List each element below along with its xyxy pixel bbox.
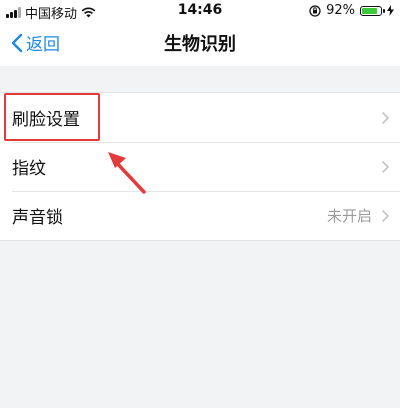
settings-item-fingerprint[interactable]: 指纹	[0, 142, 400, 191]
chevron-right-icon	[381, 160, 390, 173]
chevron-right-icon	[381, 209, 390, 222]
battery-level-fill	[362, 7, 377, 14]
page-title: 生物识别	[164, 34, 236, 55]
status-bar: 中国移动 14:46 92%	[0, 0, 400, 22]
settings-item-voice-lock[interactable]: 声音锁 未开启	[0, 191, 400, 240]
status-right: 92%	[309, 3, 394, 18]
orientation-lock-icon	[309, 4, 321, 17]
settings-item-label: 刷脸设置	[12, 110, 80, 130]
battery-percent: 92%	[326, 3, 355, 18]
navigation-bar: 返回 生物识别	[0, 22, 400, 66]
settings-item-face[interactable]: 刷脸设置	[0, 93, 400, 142]
charging-bolt-icon	[387, 5, 394, 16]
chevron-right-icon	[381, 111, 390, 124]
settings-item-value: 未开启	[326, 207, 372, 225]
settings-item-label: 声音锁	[12, 208, 63, 228]
settings-list: 刷脸设置 指纹 声音锁 未开启	[0, 92, 400, 241]
settings-item-label: 指纹	[12, 159, 46, 179]
battery-icon	[360, 5, 385, 16]
